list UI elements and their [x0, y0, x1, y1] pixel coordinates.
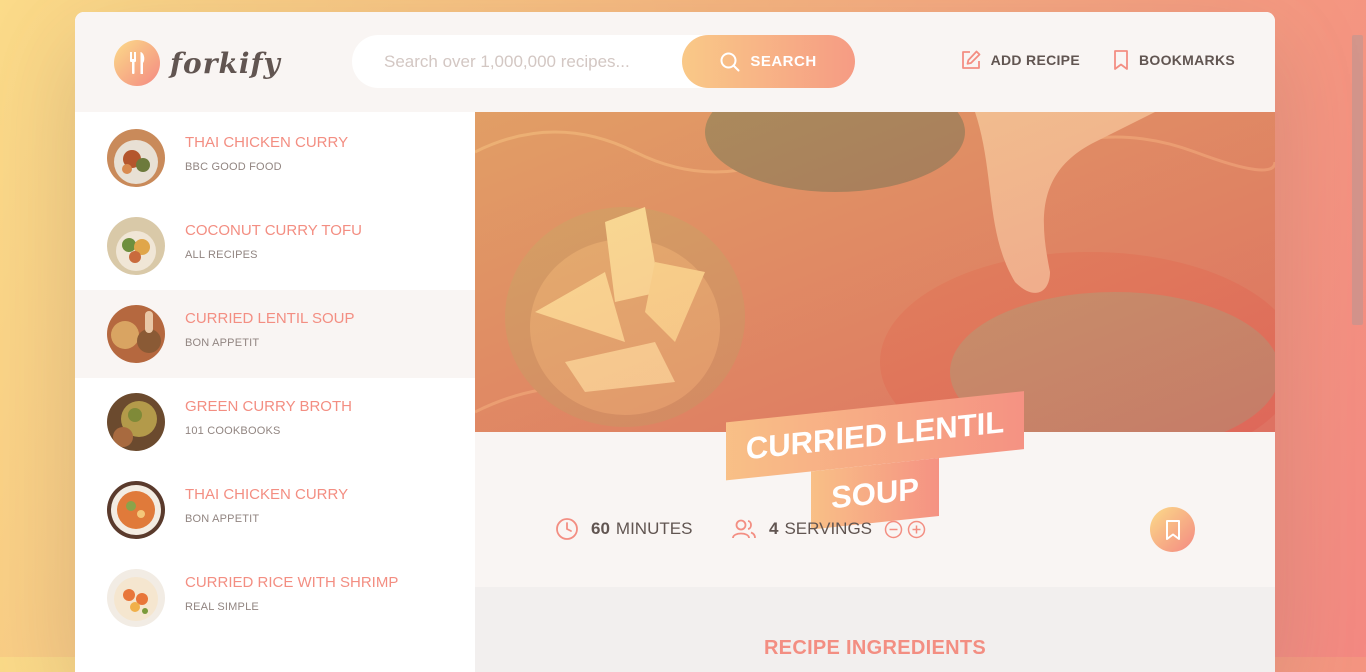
result-thumbnail: [107, 217, 165, 275]
result-publisher: REAL SIMPLE: [185, 601, 259, 613]
servings-label: SERVINGS: [784, 519, 873, 538]
logo[interactable]: forkify: [114, 40, 281, 86]
result-publisher: ALL RECIPES: [185, 249, 258, 261]
recipe-image: [475, 112, 1275, 432]
result-publisher: 101 COOKBOOKS: [185, 425, 281, 437]
result-title: CURRIED RICE WITH SHRIMP: [185, 574, 399, 591]
bookmark-recipe-button[interactable]: [1150, 507, 1195, 552]
nav: ADD RECIPE BOOKMARKS: [960, 49, 1235, 71]
scrollbar-thumb[interactable]: [1352, 35, 1363, 325]
recipe-ingredients: RECIPE INGREDIENTS: [475, 587, 1275, 672]
result-title: THAI CHICKEN CURRY: [185, 134, 349, 151]
search-button-label: SEARCH: [750, 53, 817, 70]
result-thumbnail: [107, 305, 165, 363]
result-item[interactable]: GREEN CURRY BROTH 101 COOKBOOKS: [75, 378, 475, 466]
recipe-view: CURRIED LENTIL SOUP 60 MINUTES 4 SERVING…: [475, 112, 1275, 672]
result-item[interactable]: CURRIED RICE WITH SHRIMP REAL SIMPLE: [75, 554, 475, 642]
add-recipe-label: ADD RECIPE: [990, 52, 1080, 68]
search-results: THAI CHICKEN CURRY BBC GOOD FOOD COCONUT…: [75, 112, 475, 672]
result-title: COCONUT CURRY TOFU: [185, 222, 362, 239]
plus-circle-icon[interactable]: [907, 520, 926, 539]
bookmarks-label: BOOKMARKS: [1138, 52, 1235, 68]
result-thumbnail: [107, 569, 165, 627]
result-publisher: BON APPETIT: [185, 337, 260, 349]
result-thumbnail: [107, 481, 165, 539]
result-item[interactable]: THAI CHICKEN CURRY BBC GOOD FOOD: [75, 114, 475, 202]
clock-icon: [556, 518, 578, 540]
result-item-active[interactable]: CURRIED LENTIL SOUP BON APPETIT: [75, 290, 475, 378]
result-item[interactable]: COCONUT CURRY TOFU ALL RECIPES: [75, 202, 475, 290]
logo-text: forkify: [170, 46, 281, 80]
page-scrollbar[interactable]: [1349, 0, 1366, 657]
result-item[interactable]: THAI CHICKEN CURRY BON APPETIT: [75, 466, 475, 554]
search-button[interactable]: SEARCH: [682, 35, 855, 88]
header: forkify SEARCH ADD RECIPE: [75, 12, 1275, 112]
search-icon: [720, 52, 740, 71]
recipe-details: 60 MINUTES 4 SERVINGS: [475, 432, 1275, 587]
minus-circle-icon[interactable]: [884, 520, 903, 539]
edit-icon: [961, 50, 981, 69]
fork-knife-icon: [114, 40, 160, 86]
result-title: GREEN CURRY BROTH: [185, 398, 352, 415]
result-thumbnail: [107, 129, 165, 187]
result-title: THAI CHICKEN CURRY: [185, 486, 349, 503]
servings-value: 4: [769, 519, 779, 538]
bookmarks-button[interactable]: BOOKMARKS: [1112, 49, 1235, 71]
add-recipe-button[interactable]: ADD RECIPE: [960, 49, 1080, 71]
result-publisher: BBC GOOD FOOD: [185, 161, 282, 173]
cook-time-label: MINUTES: [615, 519, 693, 538]
users-icon: [732, 519, 756, 539]
app-container: forkify SEARCH ADD RECIPE: [75, 12, 1275, 672]
search-form: SEARCH: [352, 35, 855, 88]
bookmark-icon: [1114, 50, 1128, 70]
recipe-servings: 4 SERVINGS: [731, 517, 926, 541]
result-publisher: BON APPETIT: [185, 513, 260, 525]
recipe-cook-time: 60 MINUTES: [555, 517, 692, 541]
cook-time-value: 60: [591, 519, 610, 538]
search-input[interactable]: [382, 50, 686, 73]
result-thumbnail: [107, 393, 165, 451]
bookmark-icon: [1165, 519, 1180, 540]
result-title: CURRIED LENTIL SOUP: [185, 310, 355, 327]
